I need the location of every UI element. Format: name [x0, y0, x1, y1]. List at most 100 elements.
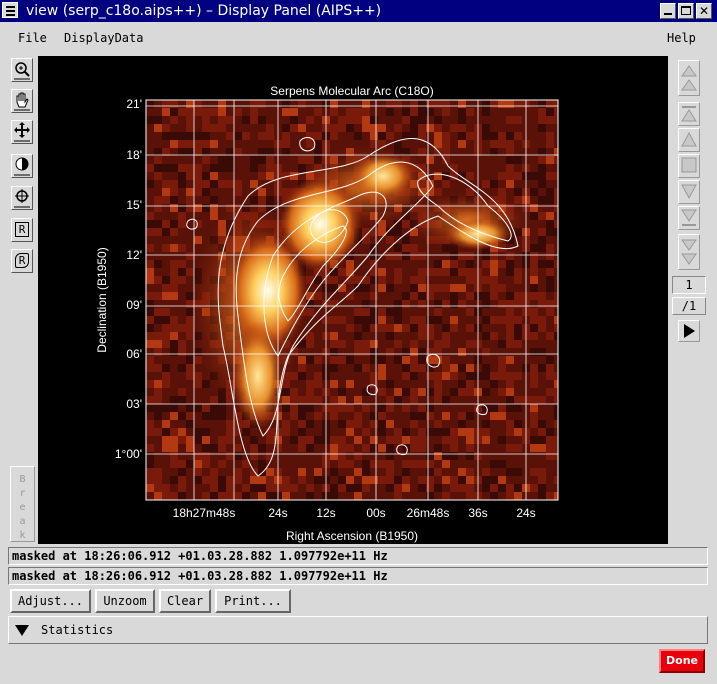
noise-pixel [538, 124, 546, 132]
noise-pixel [330, 108, 338, 116]
noise-pixel [162, 308, 170, 316]
noise-pixel [154, 276, 162, 284]
noise-pixel [170, 188, 178, 196]
position-tool-button[interactable] [11, 186, 33, 210]
sky-image-plot[interactable]: Serpens Molecular Arc (C18O) Right Ascen… [38, 56, 668, 544]
noise-pixel [546, 268, 554, 276]
clear-button[interactable]: Clear [159, 589, 211, 613]
print-button[interactable]: Print... [215, 589, 291, 613]
noise-pixel [434, 284, 442, 292]
noise-pixel [434, 420, 442, 428]
noise-pixel [442, 364, 450, 372]
polygon-region-icon: R [15, 253, 29, 268]
statistics-rollup[interactable]: Statistics [8, 616, 708, 644]
noise-pixel [530, 308, 538, 316]
animator-play-button[interactable] [678, 320, 700, 342]
noise-pixel [490, 492, 498, 500]
animator-step-back-button[interactable] [678, 128, 700, 152]
noise-pixel [386, 284, 394, 292]
noise-pixel [378, 284, 386, 292]
animator-first-button[interactable] [678, 60, 700, 96]
close-button[interactable]: ✕ [696, 3, 712, 19]
break-button[interactable]: Break [10, 466, 35, 542]
noise-pixel [402, 372, 410, 380]
triangle-down-icon [15, 625, 29, 636]
noise-pixel [434, 372, 442, 380]
noise-pixel [202, 172, 210, 180]
animator-stop-button[interactable] [678, 154, 700, 178]
display-canvas[interactable]: Serpens Molecular Arc (C18O) Right Ascen… [38, 56, 668, 544]
menu-help[interactable]: Help [667, 31, 696, 45]
animator-rewind-button[interactable] [678, 102, 700, 126]
noise-pixel [546, 156, 554, 164]
done-button[interactable]: Done [659, 649, 705, 673]
noise-pixel [506, 380, 514, 388]
noise-pixel [154, 476, 162, 484]
unzoom-button[interactable]: Unzoom [95, 589, 155, 613]
rectangle-region-tool-button[interactable]: R [11, 218, 33, 242]
noise-pixel [178, 412, 186, 420]
frame-number-field[interactable]: 1 [672, 276, 706, 294]
noise-pixel [394, 228, 402, 236]
y-tick-label: 09' [126, 298, 142, 312]
noise-pixel [458, 412, 466, 420]
noise-pixel [210, 108, 218, 116]
animator-last-button[interactable] [678, 234, 700, 270]
noise-pixel [370, 436, 378, 444]
noise-pixel [530, 204, 538, 212]
zoom-tool-button[interactable] [11, 58, 33, 82]
pan-tool-button[interactable] [11, 89, 33, 113]
noise-pixel [146, 420, 154, 428]
noise-pixel [546, 308, 554, 316]
noise-pixel [450, 252, 458, 260]
noise-pixel [282, 140, 290, 148]
noise-pixel [418, 268, 426, 276]
noise-pixel [330, 452, 338, 460]
noise-pixel [506, 292, 514, 300]
animator-step-forward-button[interactable] [678, 180, 700, 204]
noise-pixel [402, 388, 410, 396]
noise-pixel [330, 332, 338, 340]
maximize-button[interactable] [678, 3, 694, 19]
noise-pixel [154, 492, 162, 500]
y-tick-label: 15' [126, 198, 142, 212]
move-tool-button[interactable] [11, 120, 33, 144]
noise-pixel [258, 100, 266, 108]
noise-pixel [170, 396, 178, 404]
noise-pixel [442, 180, 450, 188]
noise-pixel [298, 156, 306, 164]
noise-pixel [218, 100, 226, 108]
break-label: Break [11, 467, 34, 543]
noise-pixel [290, 372, 298, 380]
noise-pixel [530, 396, 538, 404]
noise-pixel [466, 172, 474, 180]
noise-pixel [250, 100, 258, 108]
noise-pixel [506, 180, 514, 188]
noise-pixel [362, 316, 370, 324]
noise-pixel [362, 428, 370, 436]
noise-pixel [490, 252, 498, 260]
noise-pixel [378, 316, 386, 324]
noise-pixel [186, 316, 194, 324]
noise-pixel [410, 100, 418, 108]
window-menu-button[interactable] [2, 2, 18, 18]
noise-pixel [170, 316, 178, 324]
noise-pixel [314, 356, 322, 364]
menu-displaydata[interactable]: DisplayData [64, 31, 143, 45]
menu-file[interactable]: File [18, 31, 47, 45]
noise-pixel [370, 356, 378, 364]
noise-pixel [290, 396, 298, 404]
noise-pixel [386, 108, 394, 116]
minimize-button[interactable] [660, 3, 676, 19]
colormap-tool-button[interactable] [11, 154, 33, 178]
noise-pixel [154, 388, 162, 396]
noise-pixel [498, 372, 506, 380]
adjust-button[interactable]: Adjust... [10, 589, 91, 613]
polygon-region-tool-button[interactable]: R [11, 249, 33, 273]
noise-pixel [194, 436, 202, 444]
noise-pixel [514, 332, 522, 340]
noise-pixel [506, 444, 514, 452]
noise-pixel [410, 124, 418, 132]
animator-forward-button[interactable] [678, 206, 700, 230]
noise-pixel [434, 140, 442, 148]
